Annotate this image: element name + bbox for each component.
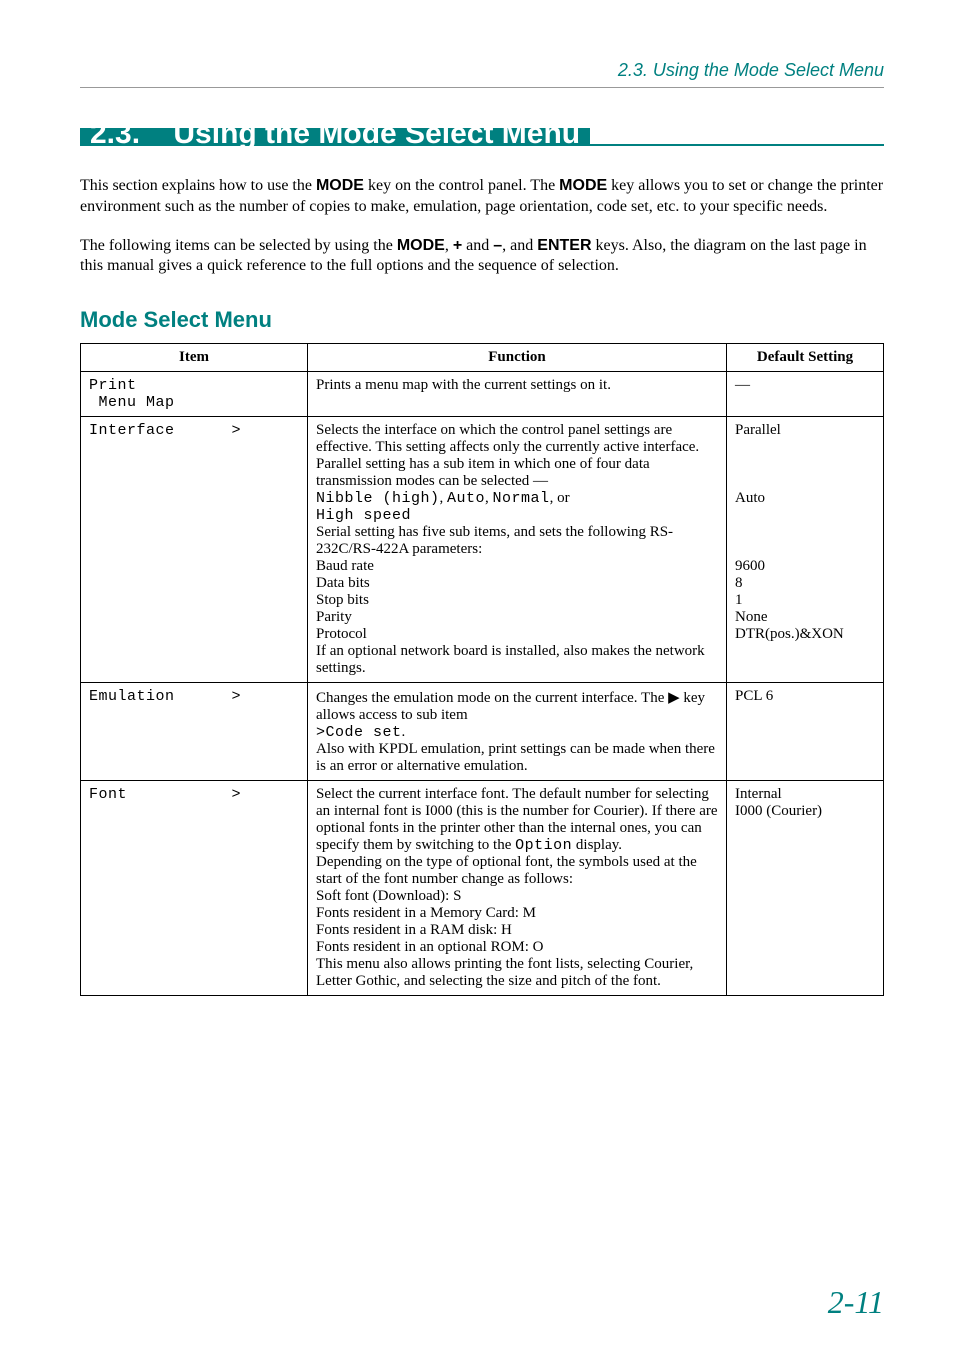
text: Protocol [316,626,367,642]
text: . [402,724,406,740]
text: , [440,490,448,506]
th-item: Item [81,344,308,372]
text: DTR(pos.)&XON [735,626,844,642]
key-label: + [453,237,462,254]
text: Parallel [735,422,781,438]
text: Data bits [316,575,370,591]
page-number: 2-11 [828,1284,884,1321]
table-row: Emulation > Changes the emulation mode o… [81,683,884,781]
key-label: MODE [559,177,607,194]
table-row: Interface > Selects the interface on whi… [81,417,884,683]
key-label: ENTER [537,237,591,254]
text: Fonts resident in a RAM disk: H [316,922,512,938]
lcd-text: Print Menu Map [89,377,175,411]
lcd-text: Option [515,837,572,854]
cell-item: Font > [81,781,308,996]
text: Stop bits [316,592,369,608]
text: Soft font (Download): S [316,888,461,904]
lcd-text: Normal [493,490,550,507]
text: The following items can be selected by u… [80,237,397,254]
text: , and [502,237,537,254]
text: display. [572,837,622,853]
text: 9600 [735,558,765,574]
key-label: MODE [316,177,364,194]
text: If an optional network board is installe… [316,643,705,676]
cell-item: Emulation > [81,683,308,781]
text: Internal [735,786,782,802]
text: and [462,237,493,254]
sub-heading: Mode Select Menu [80,307,884,333]
text: , [485,490,493,506]
text: Serial setting has five sub items, and s… [316,524,673,557]
section-title: 2.3. Using the Mode Select Menu [80,128,590,144]
cell-default: Internal I000 (Courier) [727,781,884,996]
lcd-text: Auto [447,490,485,507]
cell-function: Changes the emulation mode on the curren… [308,683,727,781]
key-label: MODE [397,237,445,254]
cell-item: Print Menu Map [81,372,308,417]
text: This menu also allows printing the font … [316,956,693,989]
cell-function: Selects the interface on which the contr… [308,417,727,683]
text: Also with KPDL emulation, print settings… [316,741,715,774]
text: Parallel setting has a sub item in which… [316,456,650,489]
cell-item: Interface > [81,417,308,683]
mode-select-table: Item Function Default Setting Print Menu… [80,343,884,996]
section-number: 2.3. [90,117,140,150]
th-default: Default Setting [727,344,884,372]
cell-default: PCL 6 [727,683,884,781]
text: key on the control panel. The [364,177,559,194]
text: , [445,237,453,254]
paragraph-2: The following items can be selected by u… [80,236,884,278]
text: I000 (Courier) [735,803,822,819]
text: None [735,609,768,625]
th-function: Function [308,344,727,372]
text: Fonts resident in a Memory Card: M [316,905,536,921]
lcd-text: Emulation > [89,688,241,705]
key-label: – [493,237,502,254]
lcd-text: Font > [89,786,241,803]
section-title-row: 2.3. Using the Mode Select Menu [80,128,884,146]
text: Changes the emulation mode on the curren… [316,690,705,723]
cell-default: — [727,372,884,417]
table-header-row: Item Function Default Setting [81,344,884,372]
cell-default: Parallel Auto 9600 8 1 None DTR(pos.)&XO… [727,417,884,683]
cell-function: Prints a menu map with the current setti… [308,372,727,417]
text: , or [550,490,570,506]
table-row: Font > Select the current interface font… [81,781,884,996]
text: Selects the interface on which the contr… [316,422,699,455]
text: Parity [316,609,352,625]
text: Baud rate [316,558,374,574]
text: 1 [735,592,743,608]
text: Auto [735,490,765,506]
lcd-text: Nibble (high) [316,490,440,507]
text: This section explains how to use the [80,177,316,194]
table-row: Print Menu Map Prints a menu map with th… [81,372,884,417]
text: Fonts resident in an optional ROM: O [316,939,544,955]
cell-function: Select the current interface font. The d… [308,781,727,996]
running-header: 2.3. Using the Mode Select Menu [80,60,884,88]
lcd-text: >Code set [316,724,402,741]
lcd-text: High speed [316,507,411,524]
text: 8 [735,575,743,591]
paragraph-1: This section explains how to use the MOD… [80,176,884,218]
text: Depending on the type of optional font, … [316,854,697,887]
section-title-text: Using the Mode Select Menu [173,117,580,150]
lcd-text: Interface > [89,422,241,439]
